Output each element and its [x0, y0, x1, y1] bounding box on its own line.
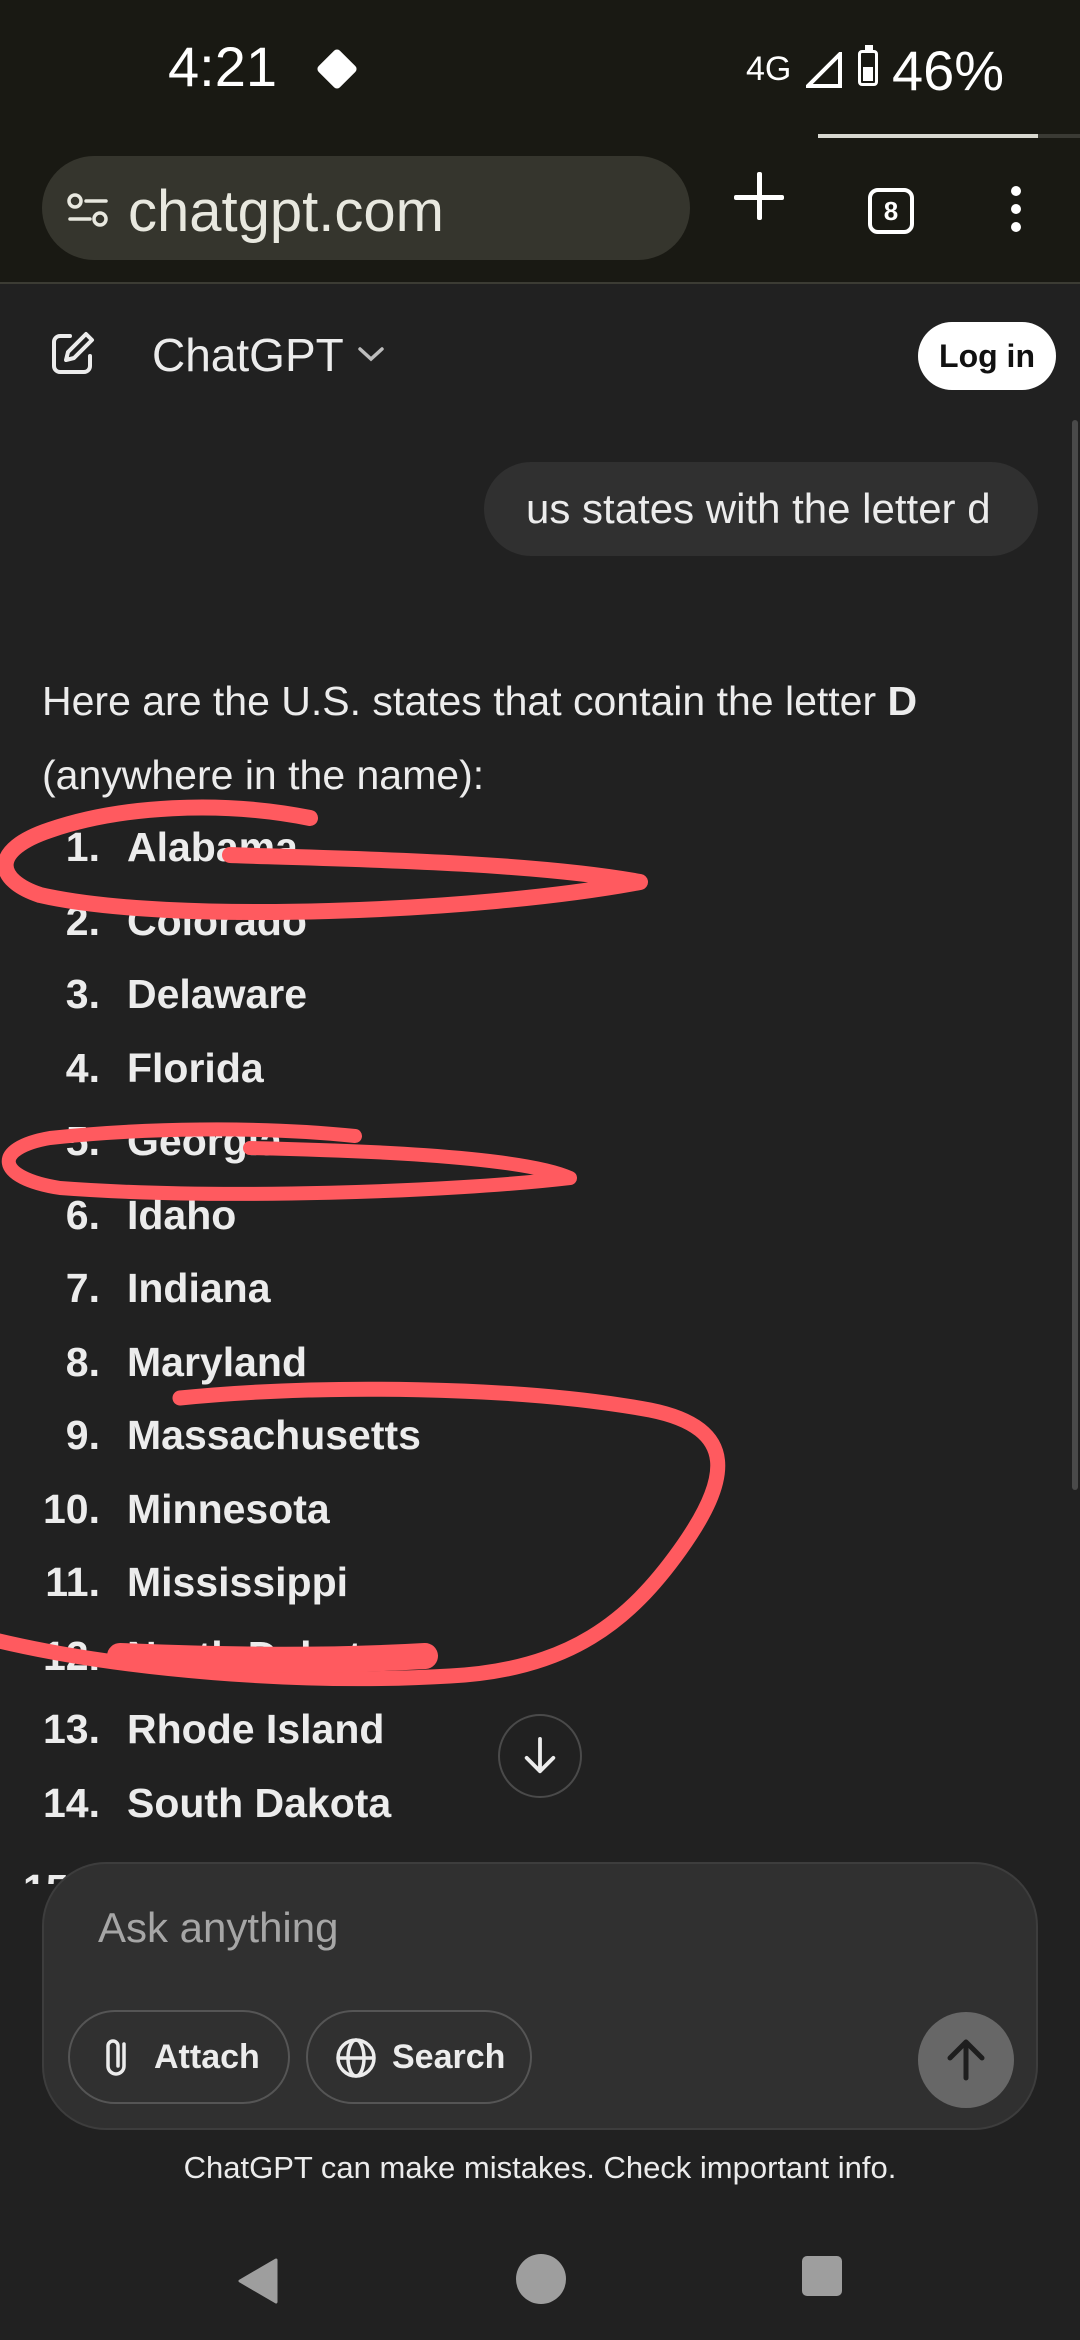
search-label: Search [392, 2038, 506, 2076]
reply-intro-bold-letter: D [887, 678, 918, 724]
list-item-state-name: Rhode Island [127, 1706, 385, 1752]
list-item-state-name: Mississippi [127, 1559, 349, 1605]
list-item-number: 11. [45, 1559, 100, 1605]
list-item-number: 10. [43, 1485, 100, 1532]
composer: Attach Search [42, 1862, 1038, 2130]
reply-intro: Here are the U.S. states that contain th… [42, 678, 918, 798]
list-item-state-name: Minnesota [127, 1485, 330, 1532]
list-item: 5. Georgia [0, 1118, 600, 1178]
model-selector[interactable]: ChatGPT [152, 328, 344, 382]
attach-label: Attach [154, 2038, 260, 2076]
globe-icon [336, 2038, 376, 2078]
list-item-number: 4. [65, 1044, 100, 1091]
new-chat-icon[interactable] [48, 328, 98, 378]
browser-menu-button[interactable] [1006, 186, 1026, 238]
list-item-number: 7. [65, 1265, 100, 1311]
list-item-number: 2. [65, 897, 100, 944]
list-item: 6. Idaho [0, 1192, 600, 1252]
send-button[interactable] [918, 2012, 1014, 2108]
paperclip-icon [106, 2039, 126, 2076]
disclaimer: ChatGPT can make mistakes. Check importa… [183, 2150, 897, 2185]
list-item-state-name: Massachusetts [127, 1412, 421, 1458]
login-button[interactable]: Log in [918, 322, 1056, 390]
list-item-state-name: Maryland [127, 1338, 307, 1385]
list-item: 8. Maryland [0, 1339, 600, 1399]
list-item: 10. Minnesota [0, 1486, 600, 1546]
user-message: us states with the letter d [484, 462, 1038, 556]
list-item: 2. Colorado [0, 898, 600, 958]
list-item: 7. Indiana [0, 1265, 600, 1325]
battery-level: 46% [892, 39, 1005, 102]
list-item-number: 9. [65, 1412, 100, 1458]
battery-icon [858, 45, 878, 86]
notification-diamond-icon [315, 47, 359, 91]
list-item-state-name: Delaware [127, 971, 308, 1017]
address-bar[interactable]: chatgpt.com [42, 156, 690, 260]
tab-switcher-button[interactable]: 8 [868, 188, 914, 234]
list-item: 12. North Dakota [0, 1633, 600, 1693]
list-item-number: 13. [43, 1706, 100, 1752]
list-item-number: 12. [43, 1632, 100, 1679]
back-nav-icon[interactable] [234, 2256, 280, 2306]
list-item-state-name: Georgia [127, 1118, 282, 1164]
chevron-down-icon[interactable] [356, 344, 386, 364]
attach-button[interactable]: Attach [68, 2010, 290, 2104]
scroll-down-button[interactable] [498, 1714, 582, 1798]
list-item-number: 14. [43, 1779, 100, 1826]
network-type: 4G [746, 50, 792, 88]
message-input[interactable] [98, 1904, 898, 1952]
list-item-number: 8. [65, 1338, 100, 1385]
list-item-number: 5. [65, 1118, 100, 1164]
list-item: 4. Florida [0, 1045, 600, 1105]
list-item-number: 1. [65, 824, 100, 870]
new-tab-button[interactable] [730, 168, 788, 226]
list-item-state-name: South Dakota [127, 1779, 392, 1826]
recents-nav-icon[interactable] [802, 2256, 842, 2296]
search-button[interactable]: Search [306, 2010, 532, 2104]
browser-toolbar: chatgpt.com 8 [0, 138, 1080, 284]
site-settings-icon[interactable] [66, 190, 110, 230]
signal-icon [806, 52, 842, 88]
list-item-state-name: Colorado [127, 897, 307, 944]
status-time: 4:21 [168, 35, 277, 98]
list-item: 1. Alabama [0, 824, 600, 884]
list-item-state-name: Alabama [127, 824, 298, 870]
home-nav-icon[interactable] [516, 2254, 566, 2304]
status-bar: 4:21 4G 46% [0, 0, 1080, 138]
list-item-state-name: Idaho [127, 1191, 237, 1238]
list-item-state-name: Florida [127, 1044, 264, 1091]
list-item: 11. Mississippi [0, 1559, 600, 1619]
url-text[interactable]: chatgpt.com [128, 178, 444, 245]
list-item: 14. South Dakota [0, 1780, 600, 1840]
list-item-state-name: North Dakota [127, 1632, 385, 1679]
list-item-number: 3. [65, 971, 100, 1017]
list-item: 9. Massachusetts [0, 1412, 600, 1472]
scrollbar-thumb[interactable] [1072, 420, 1078, 1490]
list-item-state-name: Indiana [127, 1265, 271, 1311]
list-item: 3. Delaware [0, 971, 600, 1031]
list-item-number: 6. [65, 1191, 100, 1238]
